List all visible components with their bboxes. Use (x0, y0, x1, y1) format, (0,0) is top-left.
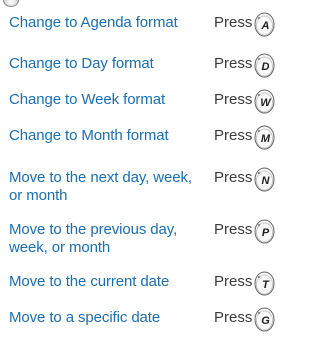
shortcut-description: Change to Week format (9, 91, 166, 108)
press-label: Press (214, 55, 253, 72)
svg-text:D: D (262, 61, 270, 73)
svg-text:N: N (262, 175, 271, 187)
svg-text:M: M (261, 133, 271, 145)
shortcut-description: Move to the previous day, week, or month (9, 221, 178, 256)
shortcut-description: Change to Day format (9, 55, 154, 72)
shortcut-description: Move to a specific date (9, 309, 161, 326)
press-label: Press (214, 309, 253, 326)
press-label: Press (214, 169, 253, 186)
t-key-icon: T (254, 271, 275, 296)
press-label: Press (214, 91, 253, 108)
shortcut-list: Change to Agenda format Press A Change t… (0, 0, 284, 341)
g-key-icon: G (254, 307, 275, 332)
a-key-icon: A (254, 12, 275, 37)
svg-text:G: G (261, 315, 270, 327)
d-key-icon: D (254, 53, 275, 78)
w-key-icon: W (254, 89, 275, 114)
svg-text:A: A (261, 20, 270, 32)
press-label: Press (214, 221, 253, 238)
svg-text:P: P (262, 227, 270, 239)
press-label: Press (214, 14, 253, 31)
press-label: Press (214, 273, 253, 290)
press-label: Press (214, 127, 253, 144)
shortcut-description: Move to the next day, week, or month (9, 169, 192, 204)
p-key-icon: P (254, 219, 275, 244)
shortcut-description: Move to the current date (9, 273, 170, 290)
svg-text:W: W (260, 97, 272, 109)
n-key-icon: N (254, 167, 275, 192)
shortcut-description: Change to Month format (9, 127, 169, 144)
m-key-icon: M (254, 125, 275, 150)
shortcut-description: Change to Agenda format (9, 14, 178, 31)
